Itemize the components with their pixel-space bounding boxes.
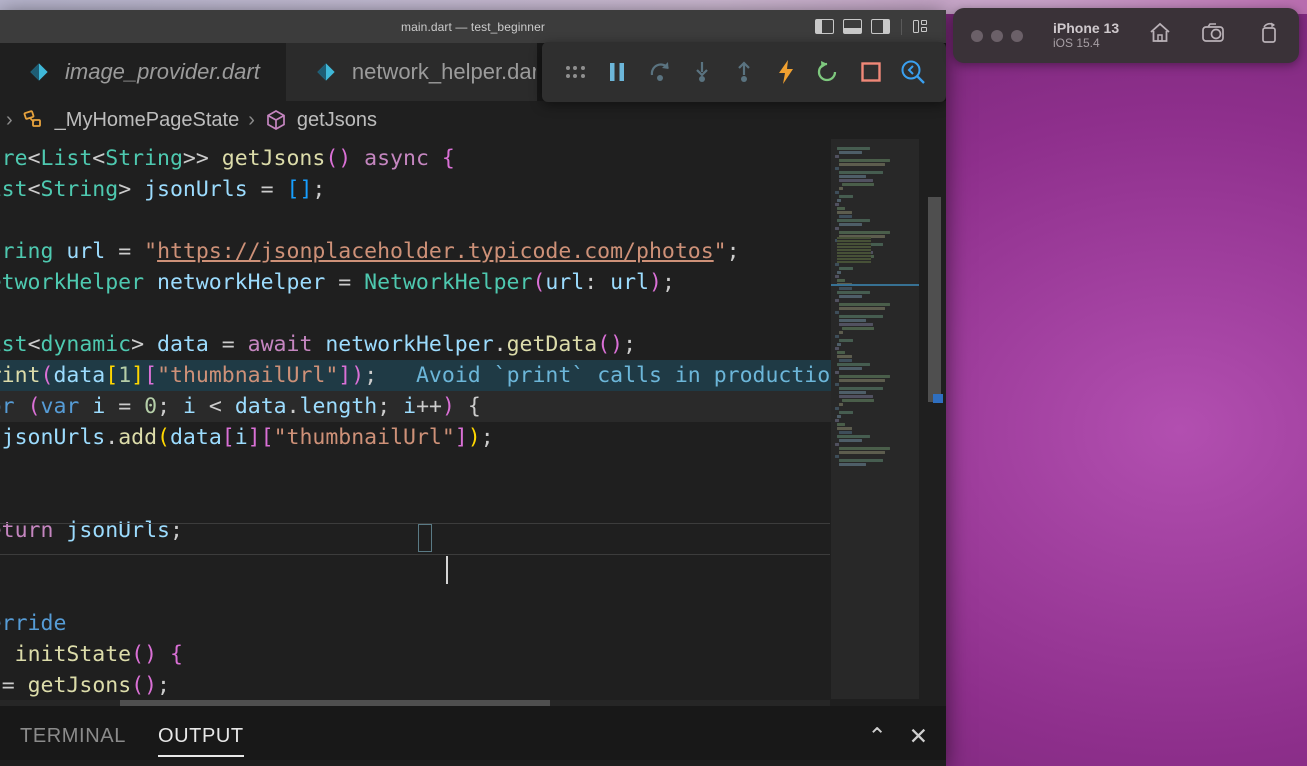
customize-layout-icon[interactable] [913, 19, 932, 34]
text-cursor [446, 556, 448, 584]
panel-tab-output[interactable]: OUTPUT [146, 725, 256, 757]
close-panel-icon[interactable]: ✕ [909, 724, 928, 748]
window-titlebar: main.dart — test_beginner [0, 10, 946, 43]
current-line-border [0, 554, 830, 555]
screenshot-icon[interactable] [1201, 21, 1229, 50]
code-line: jsonUrls.add(data[i]["thumbnailUrl"]); [1, 425, 494, 450]
method-cube-icon [267, 110, 285, 130]
layout-divider [901, 18, 902, 35]
tab-image-provider[interactable]: image_provider.dart [0, 43, 287, 101]
minimap-slider[interactable] [831, 139, 919, 699]
code-line: String url = "https://jsonplaceholder.ty… [0, 239, 740, 264]
code-line: return jsonUrls; [0, 518, 183, 543]
scrollbar-thumb[interactable] [928, 197, 941, 402]
toggle-primary-sidebar-icon[interactable] [815, 19, 834, 34]
class-icon [23, 110, 41, 127]
inspect-widget-icon[interactable] [892, 50, 934, 94]
hot-restart-icon[interactable] [807, 50, 849, 94]
close-window-button[interactable] [971, 29, 983, 42]
code-editor[interactable]: Future<List<String>> getJsons() async { … [0, 139, 946, 706]
panel-actions: ⌃ ✕ [867, 724, 928, 748]
toggle-secondary-sidebar-icon[interactable] [871, 19, 890, 34]
simulator-os-version: iOS 15.4 [1053, 36, 1100, 50]
layout-controls [815, 10, 932, 43]
code-line: } [0, 546, 921, 577]
vscode-window: main.dart — test_beginner image_provider… [0, 10, 946, 766]
stop-icon[interactable] [850, 50, 892, 94]
dart-file-icon [317, 63, 335, 81]
code-line-with-hint: print(data[1]["thumbnailUrl"]); Avoid `p… [0, 360, 921, 391]
code-line: x = getJsons(); [1, 673, 170, 698]
breadcrumb-chevron-icon: › [6, 108, 13, 131]
panel-tab-terminal[interactable]: TERMINAL [8, 725, 138, 748]
code-line: } [0, 453, 921, 484]
code-line: List<String> jsonUrls = []; [0, 177, 326, 202]
window-title: main.dart — test_beginner [401, 19, 545, 34]
breadcrumb-method-label[interactable]: getJsons [297, 109, 377, 132]
tab-network-helper[interactable]: network_helper.dart [286, 43, 537, 101]
code-content: Future<List<String>> getJsons() async { … [0, 143, 921, 701]
debug-toolbar[interactable] [542, 42, 946, 102]
pause-icon[interactable] [596, 50, 638, 94]
scrollbar-cursor-marker [933, 394, 943, 403]
current-line-border-top [0, 523, 830, 524]
simulator-toolbar-icons [1147, 21, 1281, 50]
bottom-panel: TERMINAL OUTPUT ⌃ ✕ [0, 706, 946, 766]
maximize-window-button[interactable] [1011, 29, 1023, 42]
breadcrumb-chevron-icon: › [248, 108, 255, 131]
home-icon[interactable] [1147, 21, 1173, 50]
rotate-icon[interactable] [1257, 21, 1281, 50]
breadcrumb: › _MyHomePageState › getJsons [0, 101, 946, 139]
editor-vertical-scrollbar[interactable] [919, 139, 946, 706]
code-line-current: for (var i = 0; i < data.length; i++) { [0, 391, 921, 422]
matching-brace-highlight [418, 524, 432, 552]
dart-file-icon [30, 63, 48, 81]
panel-content-area [0, 760, 946, 766]
ios-simulator: iPhone 13 iOS 15.4 8:42 [945, 0, 1307, 766]
step-into-icon[interactable] [681, 50, 723, 94]
simulator-device-name: iPhone 13 [1053, 20, 1120, 36]
toggle-panel-icon[interactable] [843, 19, 862, 34]
drag-handle-icon[interactable] [554, 50, 596, 94]
breadcrumb-class-label[interactable]: _MyHomePageState [55, 109, 240, 132]
code-line: void initState() { [0, 642, 183, 667]
collapse-panel-icon[interactable]: ⌃ [867, 724, 886, 748]
code-line: List<dynamic> data = await networkHelper… [0, 332, 637, 357]
minimize-window-button[interactable] [991, 29, 1003, 42]
simulator-device-info: iPhone 13 iOS 15.4 [1053, 20, 1119, 51]
step-out-icon[interactable] [723, 50, 765, 94]
code-line: @override [0, 611, 67, 636]
step-over-icon[interactable] [638, 50, 680, 94]
simulator-titlebar: iPhone 13 iOS 15.4 [953, 8, 1299, 63]
code-line: NetworkHelper networkHelper = NetworkHel… [0, 270, 675, 295]
hot-reload-icon[interactable] [765, 50, 807, 94]
code-line: Future<List<String>> getJsons() async { [0, 146, 455, 171]
tab-label: network_helper.dart [351, 59, 537, 84]
tab-label: image_provider.dart [65, 59, 260, 84]
